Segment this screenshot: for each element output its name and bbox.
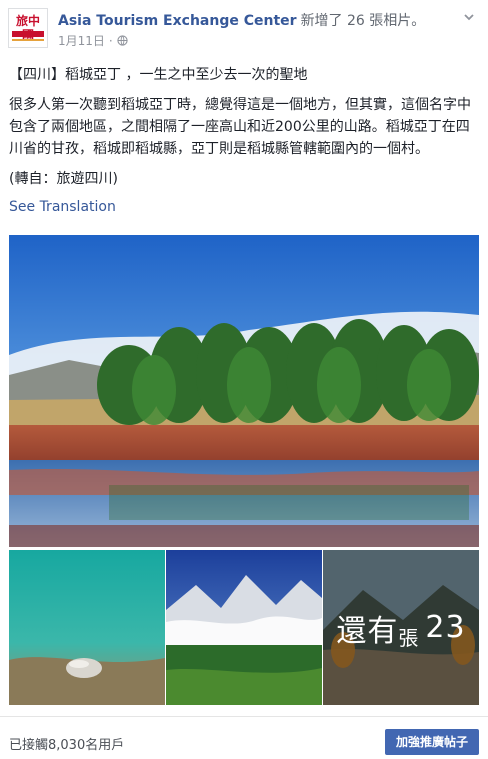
more-photos-unit: 張: [398, 626, 420, 650]
chevron-down-icon[interactable]: [462, 10, 476, 24]
boost-post-button[interactable]: 加強推廣帖子: [384, 729, 479, 755]
globe-icon[interactable]: [117, 35, 128, 46]
more-photos-count: 23: [425, 610, 466, 645]
thumbnail-photo-2[interactable]: [166, 550, 322, 705]
post-text: 【四川】稻城亞丁 ，一生之中至少去一次的聖地 很多人第一次聽到稻城亞丁時，總覺得…: [9, 64, 479, 218]
hero-photo[interactable]: [9, 235, 479, 547]
thumbnail-photo-1[interactable]: [9, 550, 165, 705]
page-name-line: Asia Tourism Exchange Center 新增了 26 張相片。: [58, 10, 425, 30]
see-translation-link[interactable]: See Translation: [9, 196, 479, 218]
avatar-logo-line: [12, 39, 44, 41]
post-card: 旅中國 Asia Tourism Exchange Center新增了 26 張…: [0, 0, 488, 758]
post-header: 旅中國 Asia Tourism Exchange Center新增了 26 張…: [8, 8, 478, 52]
avatar-logo: 旅中國: [15, 14, 40, 42]
page-avatar[interactable]: 旅中國: [8, 8, 48, 48]
mountain-photo: [166, 550, 322, 705]
more-photos-overlay[interactable]: 還有 張 23: [323, 550, 479, 705]
lake-rock-photo: [9, 550, 165, 705]
post-source-note: (轉自：旅遊四川): [9, 171, 118, 187]
post-action-text: 新增了 26 張相片。: [300, 13, 426, 29]
post-footer: 已接觸8,030名用戶 加強推廣帖子: [0, 716, 488, 759]
meta-separator: ·: [108, 33, 113, 48]
post-date[interactable]: 1月11日: [58, 32, 105, 49]
post-body: 很多人第一次聽到稻城亞丁時，總覺得這是一個地方，但其實，這個名字中包含了兩個地區…: [9, 97, 471, 157]
landscape-photo: [9, 235, 479, 547]
post-title-line: 【四川】稻城亞丁 ，一生之中至少去一次的聖地: [9, 67, 308, 83]
page-name-link[interactable]: Asia Tourism Exchange Center: [58, 13, 297, 29]
avatar-logo-bar: [12, 31, 44, 37]
post-meta: 1月11日 ·: [58, 32, 128, 49]
reach-text[interactable]: 已接觸8,030名用戶: [9, 734, 124, 753]
thumbnail-photo-more[interactable]: 還有 張 23: [323, 550, 479, 705]
more-photos-label: 還有: [336, 613, 399, 649]
